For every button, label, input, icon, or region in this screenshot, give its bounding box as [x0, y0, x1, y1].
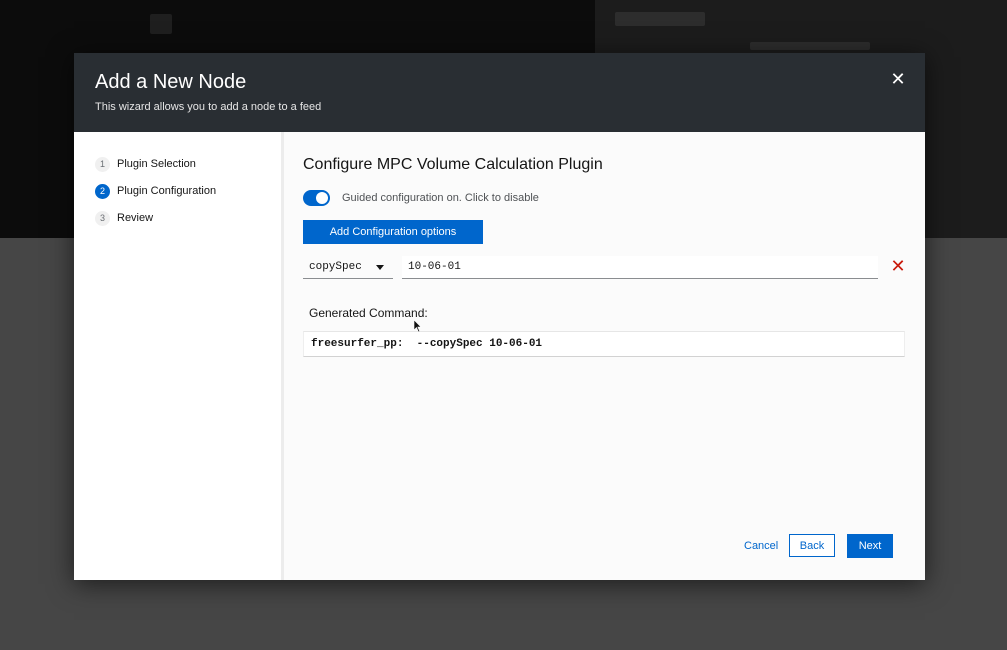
step-number: 1	[95, 156, 110, 172]
cancel-button[interactable]: Cancel	[744, 540, 778, 552]
step-label: Review	[117, 212, 154, 224]
page-title: Configure MPC Volume Calculation Plugin	[303, 156, 603, 173]
param-value-input[interactable]	[402, 256, 878, 279]
generated-command-label: Generated Command:	[309, 306, 428, 320]
add-configuration-button[interactable]: Add Configuration options	[303, 220, 483, 244]
toggle-knob	[316, 192, 328, 204]
close-icon[interactable]: ✕	[889, 70, 907, 88]
step-number: 2	[95, 183, 110, 199]
wizard-main: Configure MPC Volume Calculation Plugin …	[284, 132, 925, 580]
step-number: 3	[95, 210, 110, 226]
background-text-block	[750, 42, 870, 50]
param-select[interactable]: copySpec	[303, 256, 393, 279]
param-select-value: copySpec	[309, 261, 362, 273]
add-node-modal: Add a New Node This wizard allows you to…	[74, 53, 925, 580]
generated-command-text: freesurfer_pp: --copySpec 10-06-01	[311, 338, 543, 350]
wizard-nav: 1 Plugin Selection 2 Plugin Configuratio…	[74, 132, 284, 580]
background-logo	[150, 14, 172, 34]
modal-description: This wizard allows you to add a node to …	[95, 101, 322, 113]
back-button[interactable]: Back	[789, 534, 835, 557]
wizard-step-plugin-configuration[interactable]: 2 Plugin Configuration	[95, 182, 216, 200]
guided-config-toggle[interactable]	[303, 190, 330, 206]
wizard-step-plugin-selection[interactable]: 1 Plugin Selection	[95, 155, 196, 173]
wizard-step-review[interactable]: 3 Review	[95, 209, 153, 227]
step-label: Plugin Configuration	[117, 185, 217, 197]
caret-down-icon	[376, 265, 384, 270]
step-label: Plugin Selection	[117, 158, 196, 170]
guided-config-label: Guided configuration on. Click to disabl…	[342, 192, 539, 204]
param-row: copySpec ✕	[303, 256, 908, 280]
guided-config-row: Guided configuration on. Click to disabl…	[303, 190, 539, 206]
background-text-block	[615, 12, 705, 26]
modal-title: Add a New Node	[95, 71, 247, 93]
remove-x-icon[interactable]: ✕	[889, 257, 907, 275]
generated-command-box: freesurfer_pp: --copySpec 10-06-01	[303, 331, 905, 357]
mouse-cursor-icon	[414, 320, 422, 332]
next-button[interactable]: Next	[847, 534, 893, 558]
modal-header: Add a New Node This wizard allows you to…	[74, 53, 925, 132]
